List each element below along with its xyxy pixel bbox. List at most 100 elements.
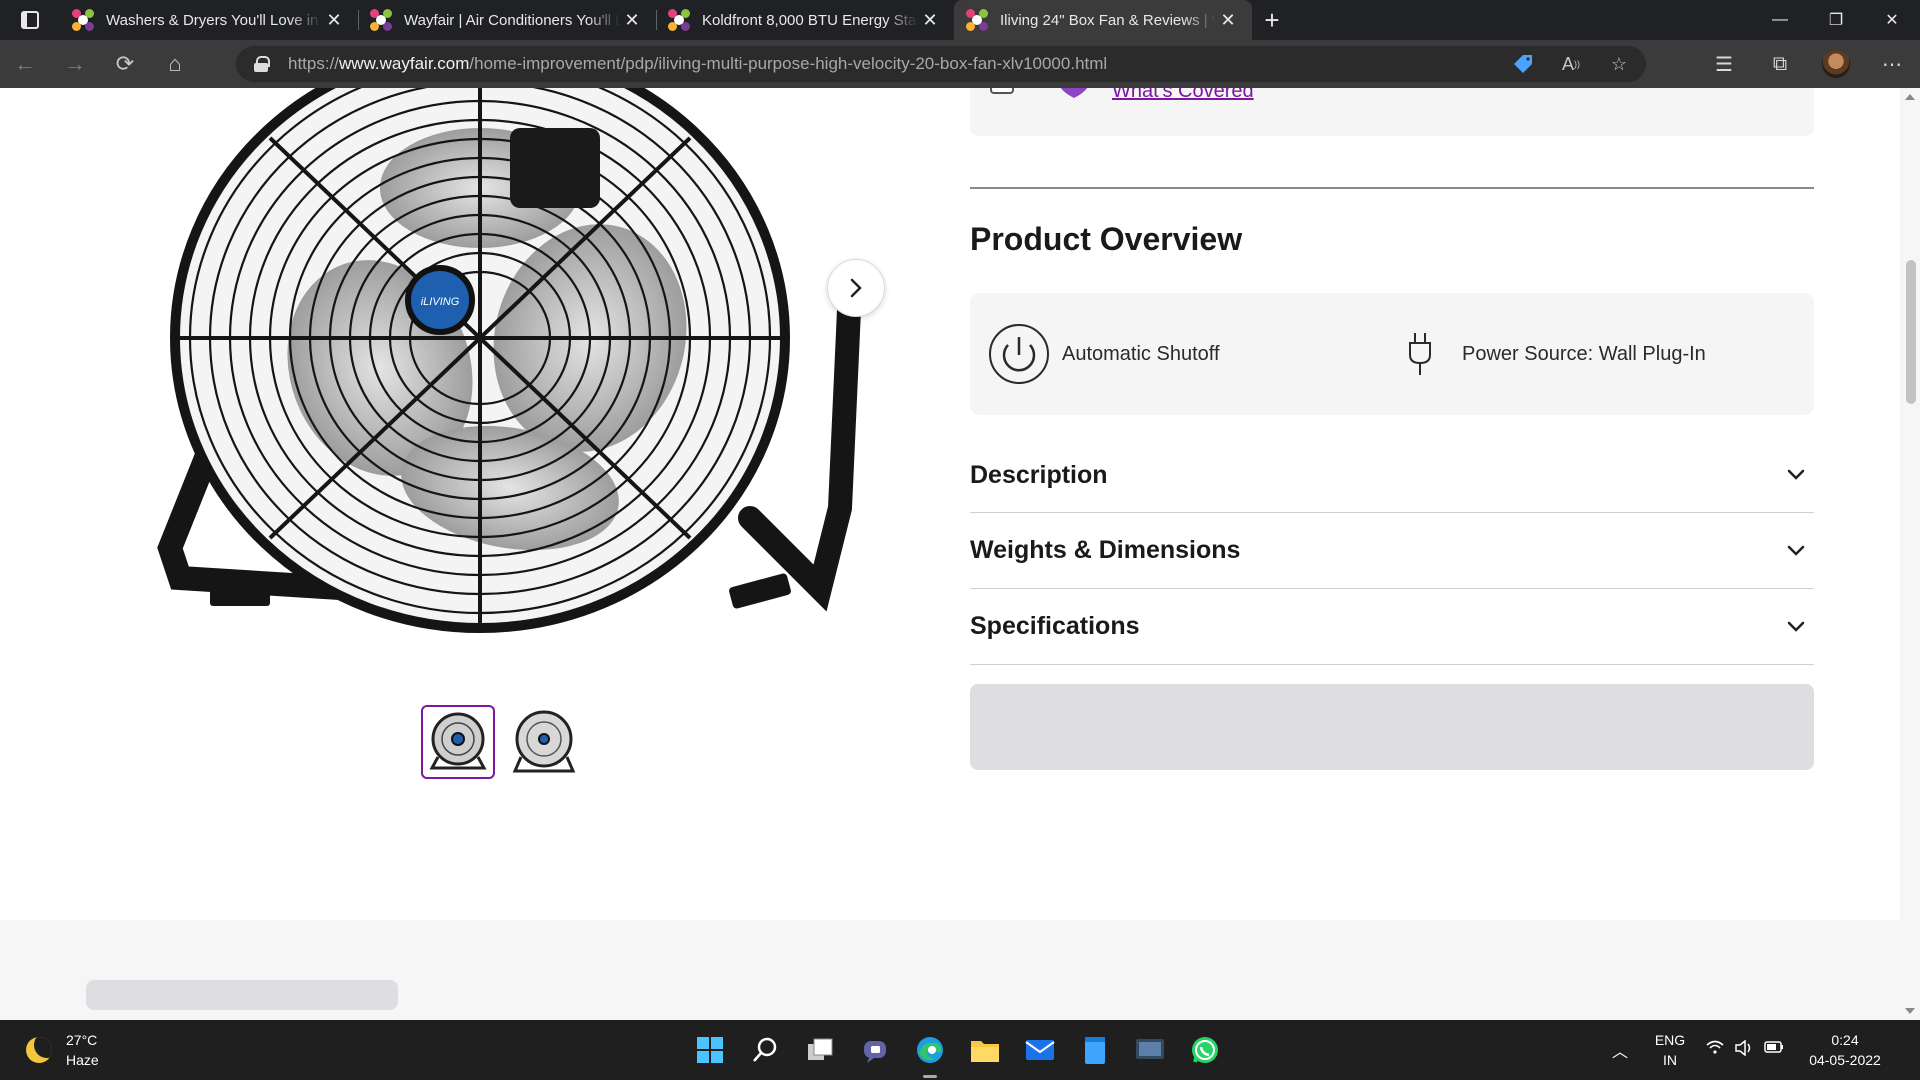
chevron-down-icon	[1778, 457, 1814, 493]
scroll-up-icon[interactable]	[1905, 94, 1915, 100]
profile-avatar[interactable]	[1822, 50, 1850, 78]
windows-start-icon[interactable]	[690, 1030, 730, 1070]
product-overview-features: Automatic Shutoff Power Source: Wall Plu…	[970, 293, 1814, 415]
page-scrollbar[interactable]	[1900, 88, 1920, 1020]
shopping-tag-icon[interactable]	[1506, 47, 1540, 81]
notepad-icon[interactable]	[1075, 1030, 1115, 1070]
thumbnail-fan-angle[interactable]	[507, 705, 581, 779]
back-icon[interactable]: ←	[0, 44, 50, 84]
feature-automatic-shutoff: Automatic Shutoff	[988, 293, 1220, 415]
whatsapp-icon[interactable]	[1185, 1030, 1225, 1070]
protection-plan-checkbox[interactable]	[990, 88, 1014, 94]
file-explorer-icon[interactable]	[965, 1030, 1005, 1070]
loading-placeholder	[970, 684, 1814, 770]
accordion-weights-dimensions[interactable]: Weights & Dimensions	[970, 513, 1814, 589]
url-text: https://www.wayfair.com/home-improvement…	[288, 54, 1108, 73]
close-window-icon[interactable]: ✕	[1864, 0, 1920, 40]
read-aloud-icon[interactable]: A))	[1554, 47, 1588, 81]
weather-widget[interactable]: 27°C Haze	[26, 1020, 99, 1080]
scrollbar-thumb[interactable]	[1906, 260, 1916, 404]
tab-close-icon[interactable]: ✕	[322, 8, 346, 32]
minimize-icon[interactable]: —	[1752, 0, 1808, 40]
thumbnail-fan-front[interactable]	[421, 705, 495, 779]
favorites-icon[interactable]: ☰	[1696, 44, 1752, 84]
tab-title: Koldfront 8,000 BTU Energy Star	[702, 11, 918, 29]
fan-thumbnail-image	[429, 712, 487, 770]
accordion-title: Weights & Dimensions	[970, 536, 1241, 564]
battery-icon	[1764, 1040, 1784, 1061]
wayfair-favicon-icon	[370, 9, 392, 31]
search-icon[interactable]	[745, 1030, 785, 1070]
wayfair-favicon-icon	[668, 9, 690, 31]
browser-tab-4-active[interactable]: Iliving 24" Box Fan & Reviews | Wayfair …	[954, 0, 1252, 40]
language-indicator[interactable]: ENG IN	[1640, 1030, 1700, 1070]
browser-tab-1[interactable]: Washers & Dryers You'll Love in 2022 ✕	[60, 0, 358, 40]
fan-thumbnail-image	[512, 710, 576, 773]
tab-title: Wayfair | Air Conditioners You'll Love	[404, 11, 620, 29]
mail-icon[interactable]	[1020, 1030, 1060, 1070]
protection-plan-box: What's Covered	[970, 88, 1814, 136]
collections-icon[interactable]: ⧉	[1752, 44, 1808, 84]
system-tray: ︿ ENG IN 0:24 04-05-2022	[1600, 1020, 1920, 1080]
chevron-right-icon	[850, 278, 862, 298]
home-icon[interactable]: ⌂	[150, 44, 200, 84]
forward-icon[interactable]: →	[50, 44, 100, 84]
thumbnail-strip	[421, 705, 581, 779]
tab-close-icon[interactable]: ✕	[918, 8, 942, 32]
volume-icon	[1735, 1038, 1753, 1061]
show-hidden-icons-icon[interactable]: ︿	[1600, 1038, 1640, 1062]
scroll-down-icon[interactable]	[1905, 1008, 1915, 1014]
restore-icon[interactable]: ❐	[1808, 0, 1864, 40]
browser-titlebar: Washers & Dryers You'll Love in 2022 ✕ W…	[0, 0, 1920, 40]
tab-actions-icon	[21, 11, 39, 29]
plug-icon	[1406, 331, 1434, 377]
browser-tab-3[interactable]: Koldfront 8,000 BTU Energy Star ✕	[656, 0, 954, 40]
lang-top: ENG	[1654, 1032, 1686, 1048]
window-controls: — ❐ ✕	[1752, 0, 1920, 40]
taskbar-clock[interactable]: 0:24 04-05-2022	[1790, 1030, 1900, 1070]
url-actions: A)) ☆	[1506, 46, 1636, 82]
accordion-title: Description	[970, 460, 1108, 489]
shield-icon	[1060, 88, 1088, 98]
tab-close-icon[interactable]: ✕	[1216, 8, 1240, 32]
page-content: iLIVING What's Covered Product Overview …	[0, 88, 1920, 1020]
tab-actions-button[interactable]	[0, 0, 60, 40]
whats-covered-link[interactable]: What's Covered	[1112, 88, 1254, 103]
weather-desc: Haze	[66, 1052, 99, 1068]
tab-title: Iliving 24" Box Fan & Reviews | Wayfair	[1000, 11, 1216, 29]
chevron-down-icon	[1778, 609, 1814, 645]
wayfair-favicon-icon	[966, 9, 988, 31]
tab-title: Washers & Dryers You'll Love in 2022	[106, 11, 322, 29]
browser-tab-2[interactable]: Wayfair | Air Conditioners You'll Love ✕	[358, 0, 656, 40]
new-tab-button[interactable]: +	[1252, 0, 1292, 40]
loading-placeholder-pill	[86, 980, 398, 1010]
more-options-icon[interactable]: ⋯	[1864, 44, 1920, 84]
clock-date: 04-05-2022	[1809, 1052, 1881, 1068]
product-main-image[interactable]: iLIVING	[150, 88, 890, 668]
feature-label: Automatic Shutoff	[1062, 342, 1220, 365]
accordion-specifications[interactable]: Specifications	[970, 589, 1814, 665]
refresh-icon[interactable]: ⟳	[100, 44, 150, 84]
toolbar-right: ☰ ⧉ ⋯	[1696, 40, 1920, 88]
taskbar-apps	[690, 1020, 1225, 1080]
lang-bottom: IN	[1663, 1052, 1677, 1068]
address-bar[interactable]: https://www.wayfair.com/home-improvement…	[236, 46, 1646, 82]
edge-browser-icon[interactable]	[910, 1030, 950, 1078]
wayfair-favicon-icon	[72, 9, 94, 31]
browser-toolbar: ← → ⟳ ⌂ https://www.wayfair.com/home-imp…	[0, 40, 1920, 88]
brand-logo-text: iLIVING	[421, 296, 460, 308]
system-status-icons[interactable]	[1700, 1038, 1790, 1061]
display-app-icon[interactable]	[1130, 1030, 1170, 1070]
add-favorite-icon[interactable]: ☆	[1602, 47, 1636, 81]
teams-chat-icon[interactable]	[855, 1030, 895, 1070]
clock-time: 0:24	[1831, 1032, 1859, 1048]
accordion-description[interactable]: Description	[970, 437, 1814, 513]
lock-icon[interactable]	[254, 56, 270, 72]
power-icon	[988, 323, 1050, 385]
windows-taskbar: 27°C Haze ︿ ENG IN 0:24 04-05-2022	[0, 1020, 1920, 1080]
wifi-icon	[1706, 1040, 1724, 1061]
feature-label: Power Source: Wall Plug-In	[1462, 342, 1706, 365]
carousel-next-button[interactable]	[827, 259, 885, 317]
tab-close-icon[interactable]: ✕	[620, 8, 644, 32]
task-view-icon[interactable]	[800, 1030, 840, 1070]
